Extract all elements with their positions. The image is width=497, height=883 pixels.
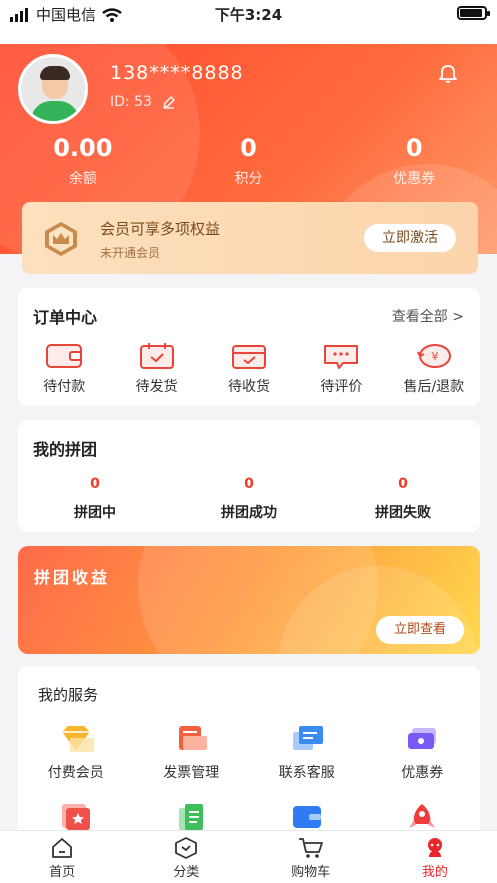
order-label: 待收货 bbox=[228, 379, 271, 395]
group-success[interactable]: 0 拼团成功 bbox=[172, 476, 326, 522]
bell-icon[interactable] bbox=[437, 62, 459, 84]
diamond-icon bbox=[61, 726, 94, 752]
stat-points[interactable]: 0 积分 bbox=[166, 134, 332, 188]
stat-label: 积分 bbox=[234, 171, 263, 187]
invoice-icon bbox=[179, 726, 208, 750]
service-invoice[interactable]: 发票管理 bbox=[134, 724, 250, 782]
order-status-row: 待付款 待发货 待收货 待评价 ¥ 售后/退款 bbox=[18, 342, 480, 396]
order-pending-payment[interactable]: 待付款 bbox=[18, 342, 110, 396]
cart-icon bbox=[298, 838, 323, 858]
order-label: 待发货 bbox=[135, 379, 178, 395]
group-earnings-banner: 拼团收益 立即查看 bbox=[18, 546, 480, 654]
group-label: 拼团成功 bbox=[220, 505, 277, 521]
tab-label: 购物车 bbox=[291, 865, 331, 880]
comment-icon bbox=[324, 345, 359, 369]
service-label: 联系客服 bbox=[278, 765, 335, 781]
group-failed[interactable]: 0 拼团失败 bbox=[326, 476, 480, 522]
stat-value: 0.00 bbox=[53, 134, 113, 162]
group-count: 0 bbox=[244, 476, 254, 492]
rocket-icon bbox=[409, 804, 436, 828]
stat-label: 优惠券 bbox=[393, 171, 436, 187]
tab-category[interactable]: 分类 bbox=[124, 831, 248, 883]
status-bar: 中国电信 下午3:24 bbox=[0, 0, 497, 44]
services-title: 我的服务 bbox=[38, 686, 99, 704]
earnings-title: 拼团收益 bbox=[34, 568, 111, 587]
chat-icon bbox=[292, 726, 323, 750]
order-label: 待评价 bbox=[320, 379, 363, 395]
vip-title: 会员可享多项权益 bbox=[100, 220, 221, 238]
tab-label: 首页 bbox=[49, 865, 76, 880]
stat-coupons[interactable]: 0 优惠券 bbox=[331, 134, 497, 188]
activate-vip-button[interactable]: 立即激活 bbox=[364, 224, 456, 252]
service-label: 优惠券 bbox=[401, 765, 444, 781]
tab-profile[interactable]: 我的 bbox=[373, 831, 497, 883]
order-label: 售后/退款 bbox=[403, 379, 465, 395]
order-pending-review[interactable]: 待评价 bbox=[295, 342, 387, 396]
view-earnings-button[interactable]: 立即查看 bbox=[376, 616, 464, 644]
user-phone: 138****8888 bbox=[110, 62, 244, 84]
profile-stats: 0.00 余额 0 积分 0 优惠券 bbox=[0, 134, 497, 188]
service-paid-membership[interactable]: 付费会员 bbox=[18, 724, 134, 782]
battery-icon bbox=[457, 6, 490, 20]
package-icon bbox=[232, 345, 267, 369]
stat-value: 0 bbox=[240, 134, 257, 162]
wallet-icon bbox=[46, 344, 83, 368]
tab-label: 我的 bbox=[421, 865, 448, 880]
home-icon bbox=[52, 838, 73, 858]
service-coupons[interactable]: 优惠券 bbox=[365, 724, 481, 782]
stat-balance[interactable]: 0.00 余额 bbox=[0, 134, 166, 188]
group-label: 拼团失败 bbox=[374, 505, 431, 521]
tab-cart[interactable]: 购物车 bbox=[249, 831, 373, 883]
profile-icon bbox=[427, 838, 442, 857]
calendar-check-icon bbox=[139, 343, 174, 369]
edit-icon[interactable] bbox=[162, 95, 176, 109]
vip-subtitle: 未开通会员 bbox=[100, 246, 161, 260]
group-buy-row: 0 拼团中 0 拼团成功 0 拼团失败 bbox=[18, 476, 480, 522]
service-label: 发票管理 bbox=[163, 765, 220, 781]
order-refund[interactable]: ¥ 售后/退款 bbox=[388, 342, 480, 396]
vip-banner: 会员可享多项权益 未开通会员 立即激活 bbox=[22, 202, 478, 274]
user-id-row: ID: 53 bbox=[110, 94, 176, 110]
user-id: ID: 53 bbox=[110, 94, 152, 110]
group-buy-card: 我的拼团 0 拼团中 0 拼团成功 0 拼团失败 bbox=[18, 420, 480, 532]
card-icon bbox=[292, 806, 321, 828]
tab-label: 分类 bbox=[173, 865, 200, 880]
stat-value: 0 bbox=[405, 134, 423, 162]
group-buy-title: 我的拼团 bbox=[33, 440, 98, 459]
service-customer-support[interactable]: 联系客服 bbox=[249, 724, 365, 782]
ticket-icon bbox=[408, 728, 437, 749]
document-icon bbox=[179, 804, 204, 830]
crown-badge-icon bbox=[45, 222, 77, 256]
category-icon bbox=[175, 837, 198, 859]
bottom-tab-bar: 首页 分类 购物车 我的 bbox=[0, 830, 497, 883]
group-count: 0 bbox=[398, 476, 408, 492]
order-pending-receipt[interactable]: 待收货 bbox=[203, 342, 295, 396]
stat-label: 余额 bbox=[68, 171, 97, 187]
group-in-progress[interactable]: 0 拼团中 bbox=[18, 476, 172, 522]
group-count: 0 bbox=[90, 476, 100, 492]
refund-icon: ¥ bbox=[416, 344, 451, 368]
avatar[interactable] bbox=[18, 54, 96, 124]
service-label: 付费会员 bbox=[47, 765, 104, 781]
services-row: 付费会员 发票管理 联系客服 优惠券 bbox=[18, 724, 480, 782]
svg-text:¥: ¥ bbox=[431, 350, 438, 363]
order-label: 待付款 bbox=[43, 379, 86, 395]
view-all-orders-link[interactable]: 查看全部 > bbox=[392, 306, 464, 326]
order-pending-shipment[interactable]: 待发货 bbox=[110, 342, 202, 396]
order-center-title: 订单中心 bbox=[33, 308, 98, 327]
star-card-icon bbox=[61, 804, 90, 830]
status-time: 下午3:24 bbox=[214, 6, 283, 24]
tab-home[interactable]: 首页 bbox=[0, 831, 124, 883]
group-label: 拼团中 bbox=[73, 505, 116, 521]
order-center-card: 订单中心 查看全部 > 待付款 待发货 待收货 待评价 ¥ 售后/退款 bbox=[18, 288, 480, 406]
